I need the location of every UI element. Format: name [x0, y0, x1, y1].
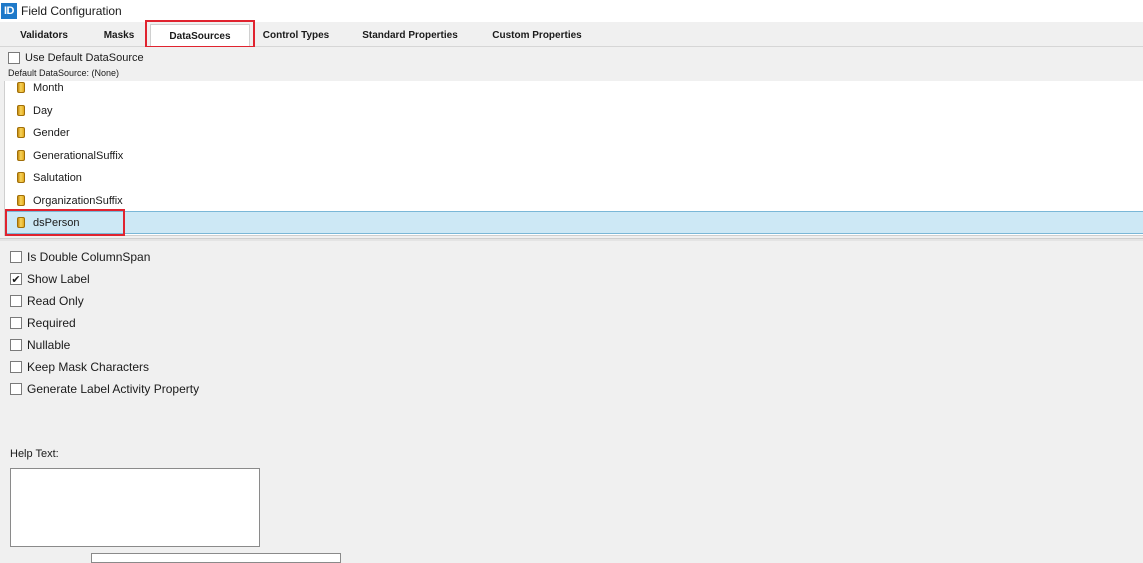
- nullable-label: Nullable: [27, 338, 71, 352]
- nullable-checkbox[interactable]: [10, 339, 22, 351]
- title-bar: ID Field Configuration: [0, 0, 1143, 22]
- list-item-label: Salutation: [33, 171, 82, 184]
- required-checkbox[interactable]: [10, 317, 22, 329]
- show-label-label: Show Label: [27, 272, 90, 286]
- read-only-row[interactable]: Read Only: [10, 294, 84, 308]
- tab-masks[interactable]: Masks: [86, 24, 152, 46]
- datasource-list[interactable]: Month Day Gender GenerationalSuffix Salu…: [4, 81, 1143, 236]
- help-text-input[interactable]: [10, 468, 260, 547]
- list-item-label: Day: [33, 104, 53, 117]
- generate-label-activity-property-label: Generate Label Activity Property: [27, 382, 200, 396]
- tab-custom-properties[interactable]: Custom Properties: [478, 24, 596, 46]
- tab-control-types[interactable]: Control Types: [250, 24, 342, 46]
- is-double-columnspan-checkbox[interactable]: [10, 251, 22, 263]
- generate-label-activity-property-row[interactable]: Generate Label Activity Property: [10, 382, 199, 396]
- required-label: Required: [27, 316, 76, 330]
- database-icon: [17, 82, 25, 93]
- database-icon: [17, 127, 25, 138]
- read-only-label: Read Only: [27, 294, 84, 308]
- list-item-salutation[interactable]: Salutation: [5, 166, 1143, 189]
- show-label-row[interactable]: ✔ Show Label: [10, 272, 90, 286]
- list-item-day[interactable]: Day: [5, 99, 1143, 122]
- is-double-columnspan-row[interactable]: Is Double ColumnSpan: [10, 250, 150, 264]
- is-double-columnspan-label: Is Double ColumnSpan: [27, 250, 151, 264]
- list-item-generationalsuffix[interactable]: GenerationalSuffix: [5, 144, 1143, 167]
- panel-splitter[interactable]: [0, 238, 1143, 241]
- use-default-datasource-label: Use Default DataSource: [25, 52, 144, 64]
- default-datasource-text: Default DataSource: (None): [8, 68, 120, 78]
- tab-standard-properties[interactable]: Standard Properties: [350, 24, 470, 46]
- list-item-label: Gender: [33, 126, 70, 139]
- list-item-organizationsuffix[interactable]: OrganizationSuffix: [5, 189, 1143, 212]
- tab-strip: Validators Masks DataSources Control Typ…: [0, 22, 1143, 47]
- list-item-gender[interactable]: Gender: [5, 121, 1143, 144]
- list-item-label: Month: [33, 81, 64, 94]
- database-icon: [17, 105, 25, 116]
- help-text-label: Help Text:: [10, 448, 59, 460]
- list-item-dsperson[interactable]: dsPerson: [5, 211, 1143, 234]
- list-item-label: OrganizationSuffix: [33, 194, 123, 207]
- list-item-label: dsPerson: [33, 216, 80, 229]
- database-icon: [17, 217, 25, 228]
- datasource-panel: Use Default DataSource Default DataSourc…: [0, 47, 1143, 81]
- tab-datasources[interactable]: DataSources: [150, 24, 250, 47]
- keep-mask-characters-row[interactable]: Keep Mask Characters: [10, 360, 149, 374]
- required-row[interactable]: Required: [10, 316, 76, 330]
- use-default-datasource-checkbox[interactable]: [8, 52, 20, 64]
- read-only-checkbox[interactable]: [10, 295, 22, 307]
- tab-validators[interactable]: Validators: [6, 24, 82, 46]
- app-icon: ID: [1, 3, 17, 19]
- database-icon: [17, 150, 25, 161]
- list-item-month[interactable]: Month: [5, 81, 1143, 99]
- show-label-checkbox[interactable]: ✔: [10, 273, 22, 285]
- database-icon: [17, 172, 25, 183]
- keep-mask-characters-checkbox[interactable]: [10, 361, 22, 373]
- bottom-text-input[interactable]: [91, 553, 341, 563]
- database-icon: [17, 195, 25, 206]
- keep-mask-characters-label: Keep Mask Characters: [27, 360, 150, 374]
- generate-label-activity-property-checkbox[interactable]: [10, 383, 22, 395]
- window-title: Field Configuration: [21, 4, 122, 18]
- nullable-row[interactable]: Nullable: [10, 338, 70, 352]
- use-default-datasource-row[interactable]: Use Default DataSource: [8, 52, 144, 64]
- list-item-label: GenerationalSuffix: [33, 149, 124, 162]
